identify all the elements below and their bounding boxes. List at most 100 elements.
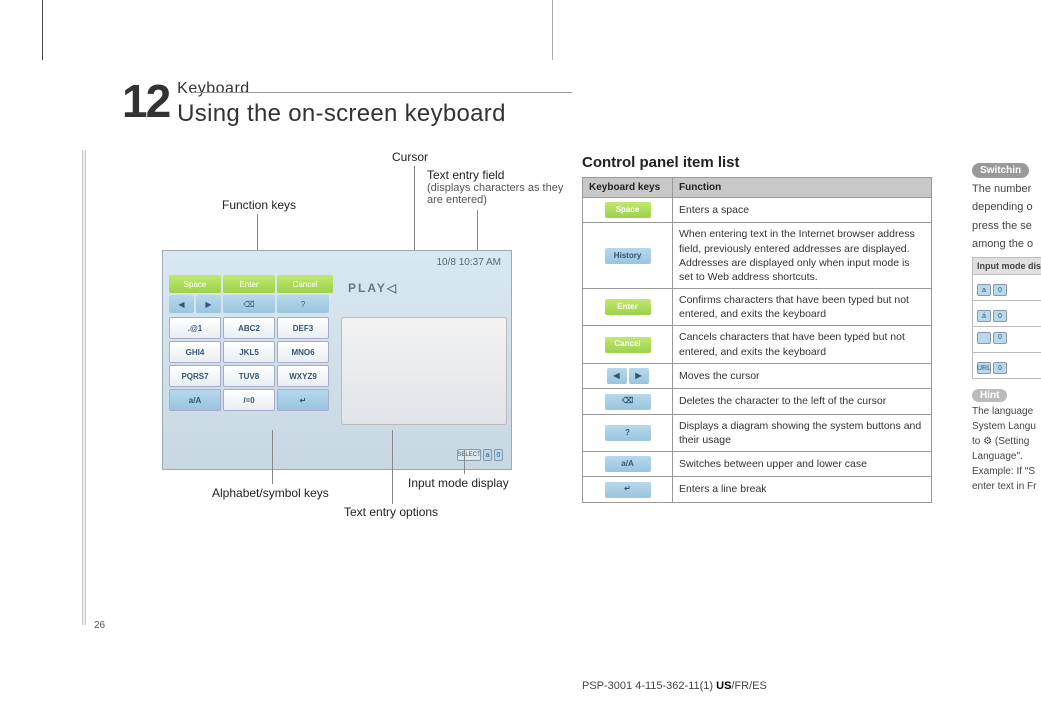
control-panel-list: Control panel item list Keyboard keys Fu…	[582, 154, 932, 503]
callout-cursor: Cursor	[392, 150, 428, 164]
fn-cell: Moves the cursor	[673, 363, 932, 388]
callout-fn-keys: Function keys	[222, 198, 296, 212]
key-grid: .@1 ABC2 DEF3 GHI4 JKL5 MNO6 PQRS7 TUV8 …	[169, 317, 337, 411]
key-icon: Space	[605, 202, 651, 218]
fn-cell: Enters a line break	[673, 477, 932, 502]
mode-num: 0	[494, 449, 503, 461]
fn-left[interactable]: ◀	[169, 295, 194, 313]
key-0[interactable]: /=0	[223, 389, 275, 411]
play-text: PLAY	[348, 281, 387, 295]
table-row: ?Displays a diagram showing the system b…	[583, 414, 932, 451]
mode-cell: a0	[973, 275, 1041, 301]
key-3[interactable]: DEF3	[277, 317, 329, 339]
callout-line-opts	[392, 430, 393, 504]
footer-rest: /FR/ES	[731, 680, 766, 692]
mode-row: á0	[973, 301, 1041, 327]
hint-line: to ⚙ (Setting	[972, 435, 1041, 448]
function-key-row2: ◀ ▶ ⌫ ?	[169, 295, 337, 313]
hint-line: The language	[972, 405, 1041, 418]
cursor-icon: ◁	[387, 281, 393, 295]
fn-cell: Displays a diagram showing the system bu…	[673, 414, 932, 451]
fn-right[interactable]: ▶	[196, 295, 221, 313]
key-case[interactable]: a/A	[169, 389, 221, 411]
table-row: ⌫ Deletes the character to the left of th…	[583, 389, 932, 414]
callout-line-mode	[464, 450, 465, 474]
key-6[interactable]: MNO6	[277, 341, 329, 363]
callout-alpha: Alphabet/symbol keys	[212, 486, 329, 500]
hint-line: System Langu	[972, 420, 1041, 433]
key-cell: Enter	[583, 289, 673, 326]
table-row: Enter Confirms characters that have been …	[583, 289, 932, 326]
mode-icon: URL	[977, 362, 991, 374]
key-cell: History	[583, 223, 673, 289]
mode-icon: 0	[993, 332, 1007, 344]
mode-row: URL0	[973, 353, 1041, 379]
header-rule	[192, 92, 572, 93]
fn-cell: When entering text in the Internet brows…	[673, 223, 932, 289]
key-icon: ⌫	[605, 394, 651, 410]
key-cell: ⌫	[583, 389, 673, 414]
mode-icon: a	[977, 284, 991, 296]
right-p1: The number	[972, 182, 1041, 196]
mode-cell: URL0	[973, 353, 1041, 379]
key-2[interactable]: ABC2	[223, 317, 275, 339]
table-row: a/ASwitches between upper and lower case	[583, 451, 932, 476]
right-th: Input mode display	[973, 258, 1041, 275]
table-row: Space Enters a space	[583, 198, 932, 223]
right-p2: depending o	[972, 200, 1041, 214]
key-4[interactable]: GHI4	[169, 341, 221, 363]
switching-pill: Switchin	[972, 163, 1029, 178]
page-content: 12 Keyboard Using the on-screen keyboard…	[42, 0, 1041, 722]
key-icon: ↵	[605, 482, 651, 498]
fn-space[interactable]: Space	[169, 275, 221, 293]
page-number: 26	[94, 620, 105, 631]
col-fn: Function	[673, 178, 932, 198]
mode-cell: á0	[973, 301, 1041, 327]
fn-help[interactable]: ?	[277, 295, 329, 313]
key-cell: Space	[583, 198, 673, 223]
chapter-header: 12 Keyboard Using the on-screen keyboard	[122, 74, 506, 128]
key-cell: ◀▶	[583, 363, 673, 388]
hint-line: Example: If "S	[972, 465, 1041, 478]
callout-line-alpha	[272, 430, 273, 484]
mode-icon: á	[977, 310, 991, 322]
footer-text: PSP-3001 4-115-362-11(1)	[582, 680, 716, 692]
key-icon: a/A	[605, 456, 651, 472]
key-icon: History	[605, 248, 651, 264]
mode-row: a0	[973, 275, 1041, 301]
fn-cancel[interactable]: Cancel	[277, 275, 333, 293]
fn-cell: Confirms characters that have been typed…	[673, 289, 932, 326]
control-list-title: Control panel item list	[582, 154, 932, 171]
right-p4: among the o	[972, 237, 1041, 251]
col-keys: Keyboard keys	[583, 178, 673, 198]
text-entry-box	[341, 317, 507, 425]
callout-text-opts: Text entry options	[344, 505, 438, 519]
key-1[interactable]: .@1	[169, 317, 221, 339]
fn-bksp[interactable]: ⌫	[223, 295, 275, 313]
fn-cell: Deletes the character to the left of the…	[673, 389, 932, 414]
right-column: Switchin The number depending o press th…	[972, 160, 1041, 493]
mode-select: SELECT	[457, 449, 481, 461]
chapter-number: 12	[122, 74, 169, 128]
footer-code: PSP-3001 4-115-362-11(1) US/FR/ES	[582, 680, 767, 692]
key-icon: Enter	[605, 299, 651, 315]
key-7[interactable]: PQRS7	[169, 365, 221, 387]
key-return[interactable]: ↵	[277, 389, 329, 411]
key-icon: ◀	[607, 368, 627, 384]
mode-alpha: a	[483, 449, 492, 461]
text-entry-content: PLAY◁	[348, 281, 393, 295]
fn-cell: Enters a space	[673, 198, 932, 223]
mode-row: 0	[973, 327, 1041, 353]
right-p3: press the se	[972, 219, 1041, 233]
key-icon: Cancel	[605, 337, 651, 353]
mode-icon: 0	[993, 362, 1007, 374]
table-row: ◀▶Moves the cursor	[583, 363, 932, 388]
key-8[interactable]: TUV8	[223, 365, 275, 387]
table-row: ↵ Enters a line break	[583, 477, 932, 502]
key-5[interactable]: JKL5	[223, 341, 275, 363]
mode-cell: 0	[973, 327, 1041, 353]
key-cell: Cancel	[583, 326, 673, 363]
key-cell: ?	[583, 414, 673, 451]
fn-enter[interactable]: Enter	[223, 275, 275, 293]
key-9[interactable]: WXYZ9	[277, 365, 329, 387]
